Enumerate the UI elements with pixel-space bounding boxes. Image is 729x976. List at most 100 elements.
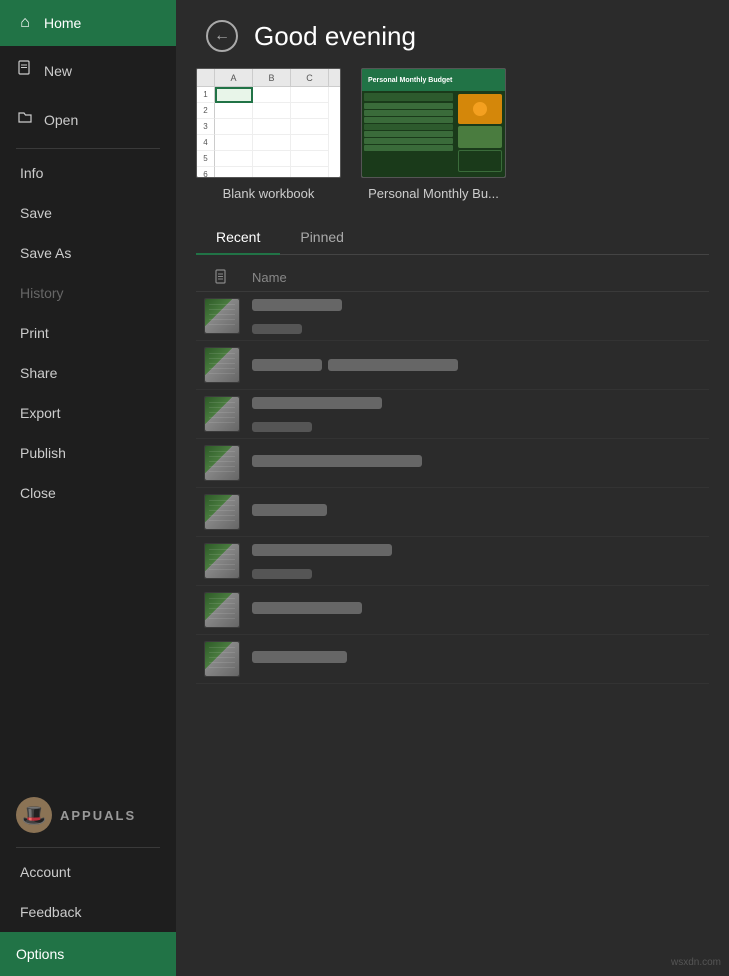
sidebar-info-label: Info (20, 165, 43, 181)
file-info (252, 359, 701, 371)
file-info (252, 454, 701, 472)
sidebar-new-label: New (44, 63, 72, 79)
sidebar-item-export[interactable]: Export (0, 393, 176, 433)
name-col-header: Name (252, 270, 287, 285)
sidebar-item-save-as[interactable]: Save As (0, 233, 176, 273)
file-info (252, 396, 701, 432)
blank-workbook-label: Blank workbook (223, 186, 315, 201)
template-section: A B C 1 2 (176, 68, 729, 221)
file-path (328, 359, 458, 371)
monthly-budget-thumb: Personal Monthly Budget (361, 68, 506, 178)
sidebar-item-options[interactable]: Options (0, 932, 176, 976)
sidebar-publish-label: Publish (20, 445, 66, 461)
sidebar-feedback-label: Feedback (20, 904, 81, 920)
file-name-text (252, 299, 342, 311)
sidebar-item-feedback[interactable]: Feedback (0, 892, 176, 932)
sidebar-item-new[interactable]: New (0, 46, 176, 95)
file-name-text (252, 397, 382, 409)
file-subtext (252, 565, 701, 579)
file-thumbnail (204, 445, 240, 481)
home-icon: ⌂ (16, 14, 34, 32)
table-row[interactable] (196, 488, 709, 537)
table-row[interactable] (196, 390, 709, 439)
sidebar-share-label: Share (20, 365, 57, 381)
sidebar-item-home[interactable]: ⌂ Home (0, 0, 176, 46)
file-date (252, 324, 302, 334)
file-list (196, 292, 709, 684)
logo-icon: 🎩 (16, 797, 52, 833)
file-thumbnail (204, 592, 240, 628)
table-row[interactable] (196, 586, 709, 635)
sidebar-item-history[interactable]: History (0, 273, 176, 313)
file-name-text (252, 651, 347, 663)
greeting-text: Good evening (254, 21, 416, 52)
sidebar-divider-2 (16, 847, 160, 848)
sidebar-item-info[interactable]: Info (0, 153, 176, 193)
file-name-text (252, 544, 392, 556)
sidebar-item-save[interactable]: Save (0, 193, 176, 233)
sidebar-open-label: Open (44, 112, 78, 128)
recent-section: Recent Pinned Name (176, 221, 729, 976)
back-button[interactable]: ← (206, 20, 238, 52)
tab-pinned[interactable]: Pinned (280, 221, 364, 255)
table-row[interactable] (196, 635, 709, 684)
file-list-header: Name (196, 263, 709, 292)
file-name-text (252, 504, 327, 516)
file-thumbnail (204, 347, 240, 383)
sidebar-item-publish[interactable]: Publish (0, 433, 176, 473)
sidebar-save-as-label: Save As (20, 245, 71, 261)
file-name-text (252, 602, 362, 614)
file-thumbnail (204, 396, 240, 432)
file-thumbnail (204, 298, 240, 334)
watermark: wsxdn.com (671, 957, 721, 968)
table-row[interactable] (196, 439, 709, 488)
file-name-text (252, 455, 422, 467)
sidebar-item-print[interactable]: Print (0, 313, 176, 353)
sidebar: ⌂ Home New Open (0, 0, 176, 976)
file-name-text (252, 359, 322, 371)
table-row[interactable] (196, 537, 709, 586)
table-row[interactable] (196, 292, 709, 341)
sidebar-top: ⌂ Home New Open (0, 0, 176, 787)
sidebar-divider-1 (16, 148, 160, 149)
sidebar-export-label: Export (20, 405, 60, 421)
sidebar-options-label: Options (16, 946, 64, 962)
new-file-icon (16, 60, 34, 81)
sidebar-item-open[interactable]: Open (0, 95, 176, 144)
file-info (252, 298, 701, 334)
file-thumbnail (204, 494, 240, 530)
tab-recent[interactable]: Recent (196, 221, 280, 255)
main-content: ← Good evening A B C 1 (176, 0, 729, 976)
file-info (252, 601, 701, 619)
file-thumbnail (204, 641, 240, 677)
file-info (252, 503, 701, 521)
sidebar-account-label: Account (20, 864, 71, 880)
tabs-row: Recent Pinned (196, 221, 709, 255)
file-date (252, 569, 312, 579)
table-row[interactable] (196, 341, 709, 390)
file-name-row (252, 359, 701, 371)
file-subtext (252, 320, 701, 334)
file-date (252, 422, 312, 432)
sidebar-item-close[interactable]: Close (0, 473, 176, 513)
blank-workbook-thumb: A B C 1 2 (196, 68, 341, 178)
logo-text: APPUALS (60, 808, 136, 823)
sidebar-item-account[interactable]: Account (0, 852, 176, 892)
file-info (252, 650, 701, 668)
back-icon: ← (214, 27, 230, 45)
sidebar-item-share[interactable]: Share (0, 353, 176, 393)
sidebar-print-label: Print (20, 325, 49, 341)
sidebar-history-label: History (20, 285, 64, 301)
file-icon-col-header (204, 269, 240, 285)
sidebar-close-label: Close (20, 485, 56, 501)
template-blank-workbook[interactable]: A B C 1 2 (196, 68, 341, 201)
main-header: ← Good evening (176, 0, 729, 68)
open-folder-icon (16, 109, 34, 130)
sidebar-home-label: Home (44, 15, 81, 31)
app-logo-area: 🎩 APPUALS (0, 787, 176, 843)
template-monthly-budget[interactable]: Personal Monthly Budget (361, 68, 506, 201)
sidebar-save-label: Save (20, 205, 52, 221)
file-thumbnail (204, 543, 240, 579)
file-subtext (252, 418, 701, 432)
file-info (252, 543, 701, 579)
